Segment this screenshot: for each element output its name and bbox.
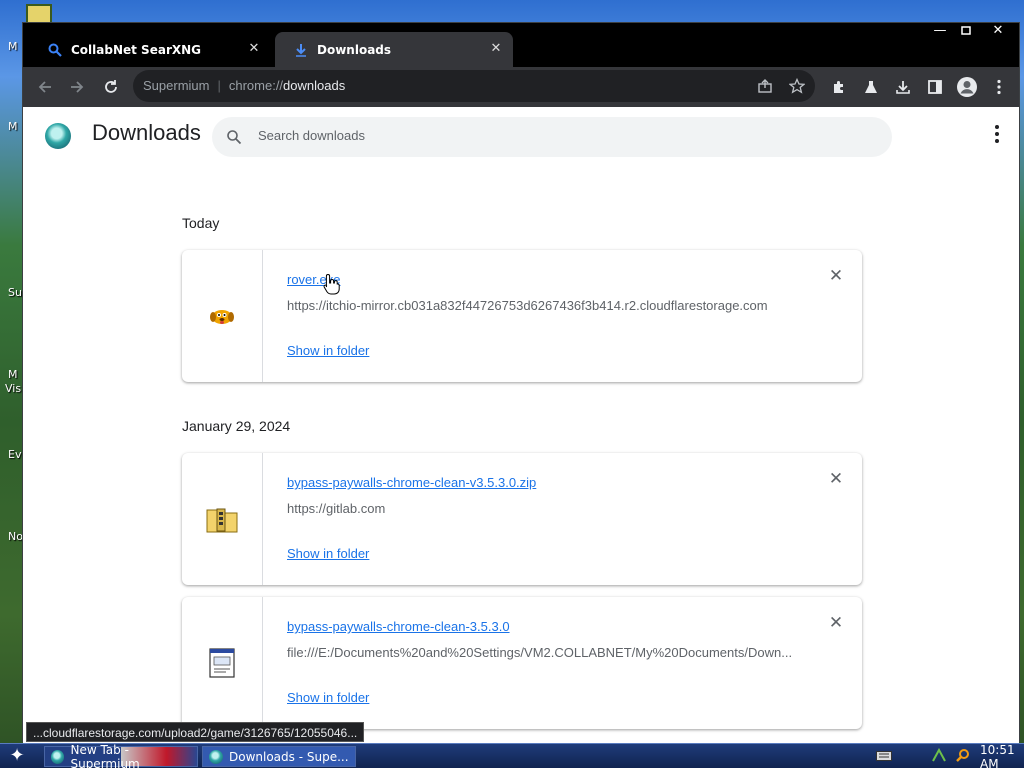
reload-button[interactable]: [99, 75, 123, 99]
file-icon: [182, 597, 263, 729]
maximize-button[interactable]: [951, 23, 981, 41]
search-icon: [226, 129, 242, 148]
back-button[interactable]: [33, 75, 57, 99]
tab-label: CollabNet SearXNG: [71, 42, 202, 57]
close-tab-icon[interactable]: ✕: [489, 42, 503, 56]
desktop-label: M: [8, 368, 18, 381]
clock[interactable]: 10:51 AM: [980, 743, 1024, 768]
supermium-icon: [51, 749, 65, 764]
desktop-label: No: [8, 530, 23, 543]
show-in-folder-link[interactable]: Show in folder: [287, 546, 369, 561]
start-button[interactable]: ✦: [6, 746, 28, 766]
download-item: rover.exe https://itchio-mirror.cb031a83…: [182, 250, 862, 382]
source-url[interactable]: https://itchio-mirror.cb031a832f44726753…: [287, 298, 807, 313]
downloads-icon[interactable]: [891, 75, 915, 99]
tab-label: Downloads: [317, 42, 392, 57]
rover-app-icon: [182, 250, 263, 382]
network-icon[interactable]: [932, 747, 946, 765]
tab-downloads[interactable]: Downloads ✕: [275, 32, 513, 67]
supermium-icon: [209, 749, 223, 764]
file-name-link[interactable]: bypass-paywalls-chrome-clean-3.5.3.0: [287, 619, 510, 634]
show-in-folder-link[interactable]: Show in folder: [287, 343, 369, 358]
zip-folder-icon: [182, 453, 263, 585]
date-header: Today: [182, 215, 220, 231]
browser-logo-icon: [45, 123, 71, 149]
download-item: bypass-paywalls-chrome-clean-v3.5.3.0.zi…: [182, 453, 862, 585]
keyboard-icon[interactable]: [876, 750, 892, 764]
address-text: Supermium | chrome://downloads: [143, 78, 346, 93]
profile-avatar-icon[interactable]: [955, 75, 979, 99]
extensions-puzzle-icon[interactable]: [827, 75, 851, 99]
source-url[interactable]: https://gitlab.com: [287, 501, 807, 516]
status-bar-url: ...cloudflarestorage.com/upload2/game/31…: [26, 722, 365, 742]
close-tab-icon[interactable]: ✕: [247, 42, 261, 56]
bookmark-star-icon[interactable]: [785, 74, 809, 98]
show-in-folder-link[interactable]: Show in folder: [287, 690, 369, 705]
taskbar-item-label: Downloads - Supe...: [229, 749, 349, 764]
labs-flask-icon[interactable]: [859, 75, 883, 99]
taskbar: ✦ New Tab - Supermium Downloads - Supe..…: [0, 743, 1024, 768]
source-url[interactable]: file:///E:/Documents%20and%20Settings/VM…: [287, 645, 807, 660]
search-tray-icon[interactable]: [956, 748, 970, 765]
browser-window: CollabNet SearXNG ✕ Downloads ✕ — ✕ Supe…: [22, 22, 1020, 743]
search-box[interactable]: [212, 117, 892, 157]
url-scheme: chrome://: [228, 78, 284, 93]
search-input[interactable]: [258, 128, 858, 143]
tab-searxng[interactable]: CollabNet SearXNG ✕: [29, 32, 271, 67]
browser-toolbar: Supermium | chrome://downloads: [23, 67, 1019, 107]
desktop-label: Su: [8, 286, 22, 299]
date-header: January 29, 2024: [182, 418, 291, 434]
taskbar-item[interactable]: New Tab - Supermium: [44, 742, 198, 768]
tab-strip: CollabNet SearXNG ✕ Downloads ✕ — ✕: [23, 23, 1019, 67]
download-item: bypass-paywalls-chrome-clean-3.5.3.0 fil…: [182, 597, 862, 729]
file-name-link[interactable]: bypass-paywalls-chrome-clean-v3.5.3.0.zi…: [287, 475, 536, 490]
url-host: downloads: [283, 78, 346, 93]
close-window-button[interactable]: ✕: [983, 23, 1013, 41]
taskbar-item-label: New Tab - Supermium: [70, 742, 140, 768]
browser-menu-icon[interactable]: [987, 75, 1011, 99]
taskbar-item-active[interactable]: Downloads - Supe...: [202, 746, 356, 767]
search-icon: [47, 42, 63, 58]
page-menu-icon[interactable]: [989, 125, 1005, 149]
side-panel-icon[interactable]: [923, 75, 947, 99]
share-icon[interactable]: [753, 74, 777, 98]
desktop-label: M: [8, 40, 18, 53]
page-title: Downloads: [92, 120, 201, 145]
download-icon: [293, 42, 309, 58]
downloads-page: Downloads Today rover.exe https://itchio…: [23, 107, 1019, 743]
forward-button[interactable]: [65, 75, 89, 99]
address-bar[interactable]: Supermium | chrome://downloads: [133, 70, 815, 102]
remove-download-icon[interactable]: ✕: [828, 470, 844, 487]
desktop-label: M: [8, 120, 18, 133]
remove-download-icon[interactable]: ✕: [828, 267, 844, 284]
site-chip: Supermium: [143, 78, 210, 93]
desktop-label: Vis: [5, 382, 22, 395]
desktop-label: Ev: [8, 448, 22, 461]
hand-cursor-icon: [323, 273, 341, 298]
remove-download-icon[interactable]: ✕: [828, 614, 844, 631]
system-tray: 10:51 AM: [876, 743, 1024, 768]
